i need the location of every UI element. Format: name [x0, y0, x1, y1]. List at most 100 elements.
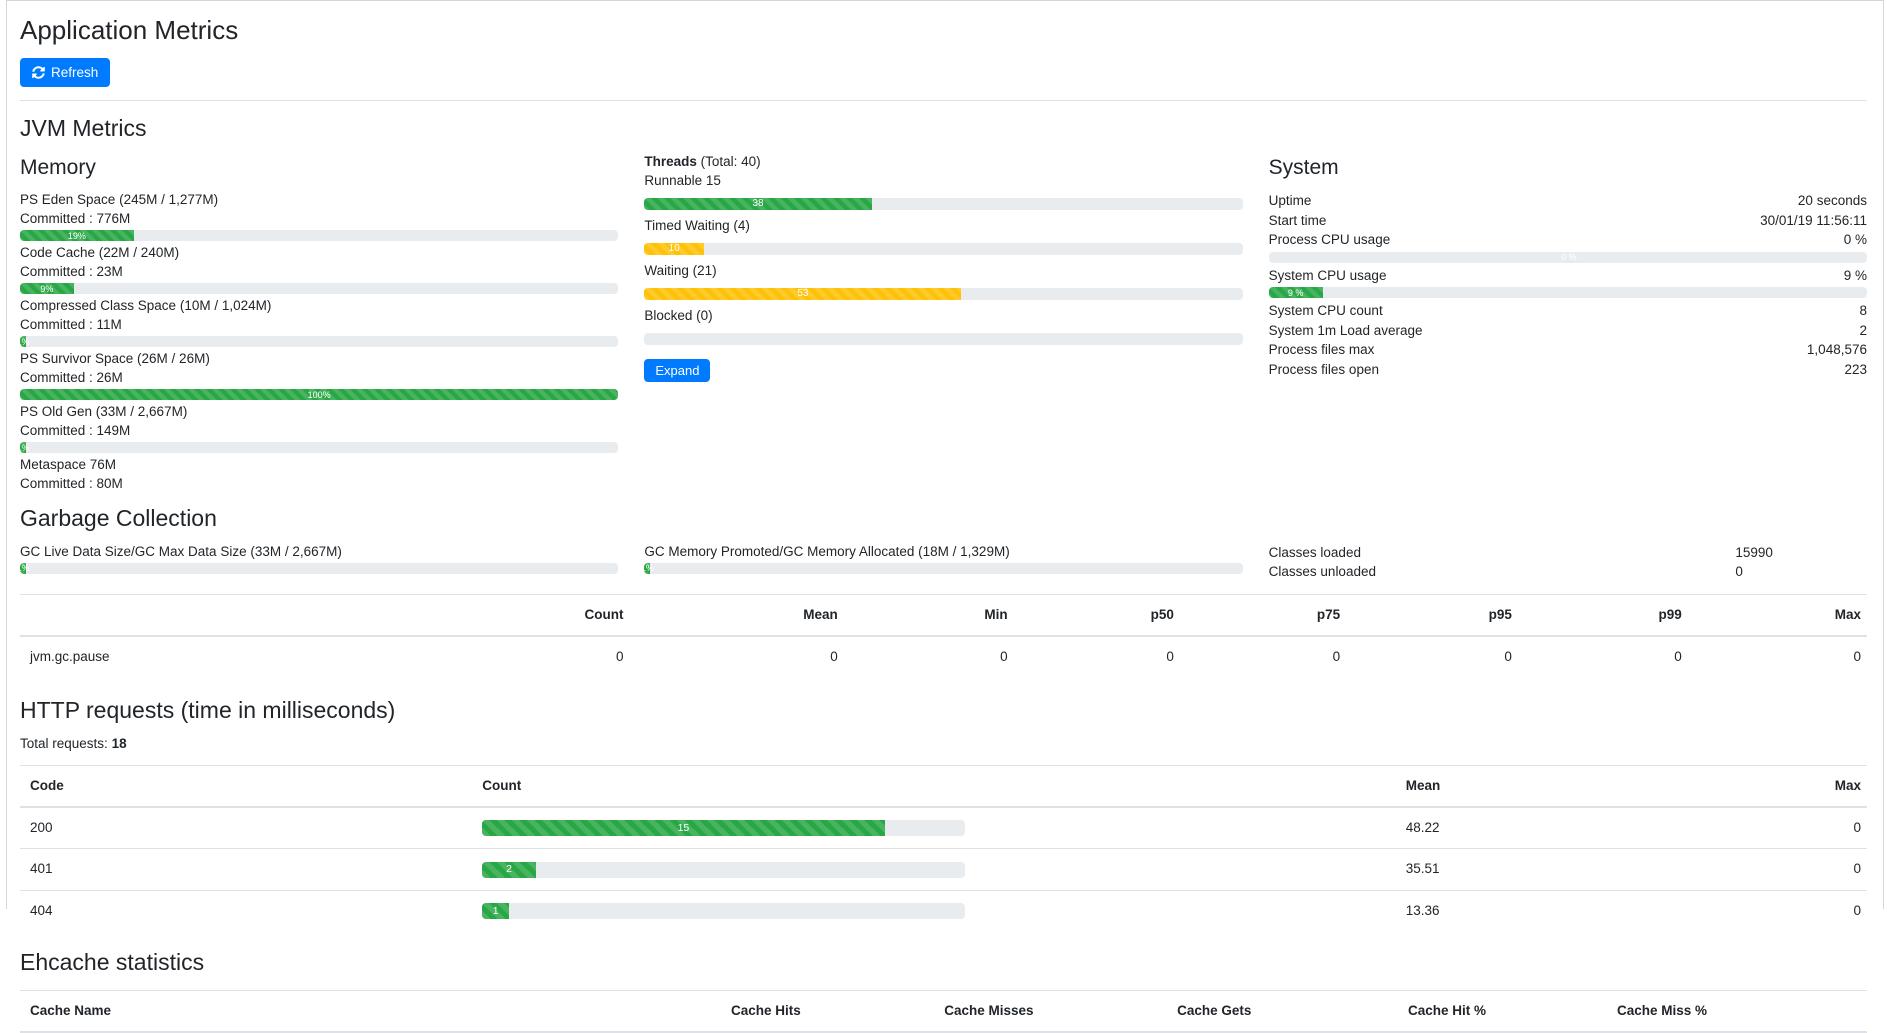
http-count-cell: 1: [476, 890, 1400, 931]
metric-committed: Committed : 149M: [20, 422, 618, 441]
column-header: p50: [1014, 594, 1180, 636]
threads-title: Threads (Total: 40): [644, 152, 1242, 171]
toolbar: Refresh: [20, 58, 1867, 87]
column-header: Mean: [629, 594, 843, 636]
table-row: 404113.360: [20, 890, 1867, 931]
jvm-metrics-heading: JVM Metrics: [20, 113, 1867, 144]
metric-label: Code Cache (22M / 240M): [20, 244, 618, 263]
system-label: System 1m Load average: [1269, 321, 1423, 341]
progress-bar: 15: [482, 820, 965, 836]
system-value: 2: [1859, 321, 1867, 341]
system-value: 8: [1859, 301, 1867, 321]
http-table: CodeCountMeanMax 2001548.220401235.51040…: [20, 765, 1867, 931]
metric-label: Metaspace 76M: [20, 456, 618, 475]
column-header: Cache Miss %: [1492, 990, 1867, 1032]
progress-bar: 19%: [20, 230, 618, 241]
column-header: Count: [476, 766, 1400, 808]
progress-bar: 9%: [20, 283, 618, 294]
gc-classes: Classes loaded15990Classes unloaded0: [1269, 543, 1867, 582]
table-header-row: CodeCountMeanMax: [20, 766, 1867, 808]
progress-fill: 19%: [20, 230, 134, 241]
table-row: 401235.510: [20, 849, 1867, 890]
gc-table-body: jvm.gc.pause00000000: [20, 636, 1867, 677]
table-cell: 0: [1014, 636, 1180, 677]
http-code-cell: 404: [20, 890, 476, 931]
metric-label: Blocked (0): [644, 307, 1242, 325]
expand-button[interactable]: Expand: [644, 359, 710, 382]
column-header: Cache Hits: [585, 990, 807, 1032]
column-header: Cache Name: [20, 990, 585, 1032]
metric-name-cell: jvm.gc.pause: [20, 636, 454, 677]
system-value: 30/01/19 11:56:11: [1760, 211, 1867, 231]
progress-fill: 10: [644, 243, 704, 255]
column-header: Cache Gets: [1040, 990, 1258, 1032]
table-cell: 0: [844, 636, 1014, 677]
metric-committed: Committed : 776M: [20, 210, 618, 229]
memory-list: PS Eden Space (245M / 1,277M)Committed :…: [20, 191, 618, 493]
metric-label: GC Memory Promoted/GC Memory Allocated (…: [644, 543, 1242, 562]
progress-fill: 53: [644, 288, 961, 300]
system-row: Start time30/01/19 11:56:11: [1269, 211, 1867, 231]
count-bar-wrap: 2: [482, 862, 965, 878]
gc-heading: Garbage Collection: [20, 503, 1867, 534]
metric-committed: Committed : 26M: [20, 369, 618, 388]
system-value: 20 seconds: [1798, 191, 1867, 211]
column-header: Min: [844, 594, 1014, 636]
column-header: p99: [1518, 594, 1688, 636]
table-header-row: CountMeanMinp50p75p95p99Max: [20, 594, 1867, 636]
total-requests: Total requests: 18: [20, 734, 1867, 753]
threads-list: Runnable 1538Timed Waiting (4)10Waiting …: [644, 172, 1242, 345]
memory-metric: Metaspace 76MCommitted : 80M: [20, 456, 618, 493]
progress-fill: 1%: [20, 442, 26, 453]
http-count-cell: 15: [476, 807, 1400, 849]
gc-table-head: CountMeanMinp50p75p95p99Max: [20, 594, 1867, 636]
metric-label: PS Eden Space (245M / 1,277M): [20, 191, 618, 210]
progress-fill: 9 %: [1269, 287, 1323, 298]
divider: [20, 100, 1867, 101]
table-cell: 0: [1180, 636, 1346, 677]
memory-metric: Compressed Class Space (10M / 1,024M)Com…: [20, 297, 618, 347]
metric-label: GC Live Data Size/GC Max Data Size (33M …: [20, 543, 618, 562]
system-row: System 1m Load average 2: [1269, 321, 1867, 341]
progress-bar: [644, 333, 1242, 345]
column-header: Count: [454, 594, 629, 636]
http-table-head: CodeCountMeanMax: [20, 766, 1867, 808]
ehcache-table: Cache NameCache HitsCache MissesCache Ge…: [20, 990, 1867, 1033]
table-header-row: Cache NameCache HitsCache MissesCache Ge…: [20, 990, 1867, 1032]
metric-label: Timed Waiting (4): [644, 217, 1242, 235]
memory-metric: PS Survivor Space (26M / 26M)Committed :…: [20, 350, 618, 400]
column-header: Max: [1664, 766, 1867, 808]
system-label: Process files max: [1269, 340, 1375, 360]
http-table-body: 2001548.220401235.510404113.360: [20, 807, 1867, 931]
progress-fill: 1%: [644, 563, 650, 574]
gc-grid: GC Live Data Size/GC Max Data Size (33M …: [20, 543, 1867, 582]
http-code-cell: 200: [20, 807, 476, 849]
column-header: Cache Hit %: [1257, 990, 1492, 1032]
refresh-label: Refresh: [51, 65, 98, 80]
http-mean-cell: 48.22: [1400, 807, 1664, 849]
count-bar-wrap: 15: [482, 820, 965, 836]
classes-value: 15990: [1735, 543, 1867, 563]
system-value: 9 %: [1844, 266, 1867, 286]
progress-bar: 9 %: [1269, 287, 1867, 298]
page-title: Application Metrics: [20, 13, 1867, 48]
content: Application Metrics Refresh JVM Metrics …: [7, 1, 1883, 1033]
table-cell: 0: [1688, 636, 1867, 677]
jvm-grid: Memory PS Eden Space (245M / 1,277M)Comm…: [20, 152, 1867, 493]
system-value: 0 %: [1844, 230, 1867, 250]
classes-label: Classes unloaded: [1269, 562, 1736, 582]
progress-fill: 1%: [20, 563, 26, 574]
refresh-button[interactable]: Refresh: [20, 58, 110, 87]
progress-fill: 0 %: [1269, 252, 1867, 263]
system-value: 223: [1844, 360, 1867, 380]
page: Application Metrics Refresh JVM Metrics …: [6, 0, 1884, 909]
metric-committed: Committed : 80M: [20, 475, 618, 494]
threads-total: (Total: 40): [697, 154, 761, 169]
system-row: Process CPU usage0 %: [1269, 230, 1867, 250]
system-row: Process files open223: [1269, 360, 1867, 380]
system-heading: System: [1269, 154, 1867, 182]
memory-metric: PS Old Gen (33M / 2,667M)Committed : 149…: [20, 403, 618, 453]
system-label: System CPU usage: [1269, 266, 1387, 286]
classes-label: Classes loaded: [1269, 543, 1736, 563]
progress-fill: 1%: [20, 336, 26, 347]
